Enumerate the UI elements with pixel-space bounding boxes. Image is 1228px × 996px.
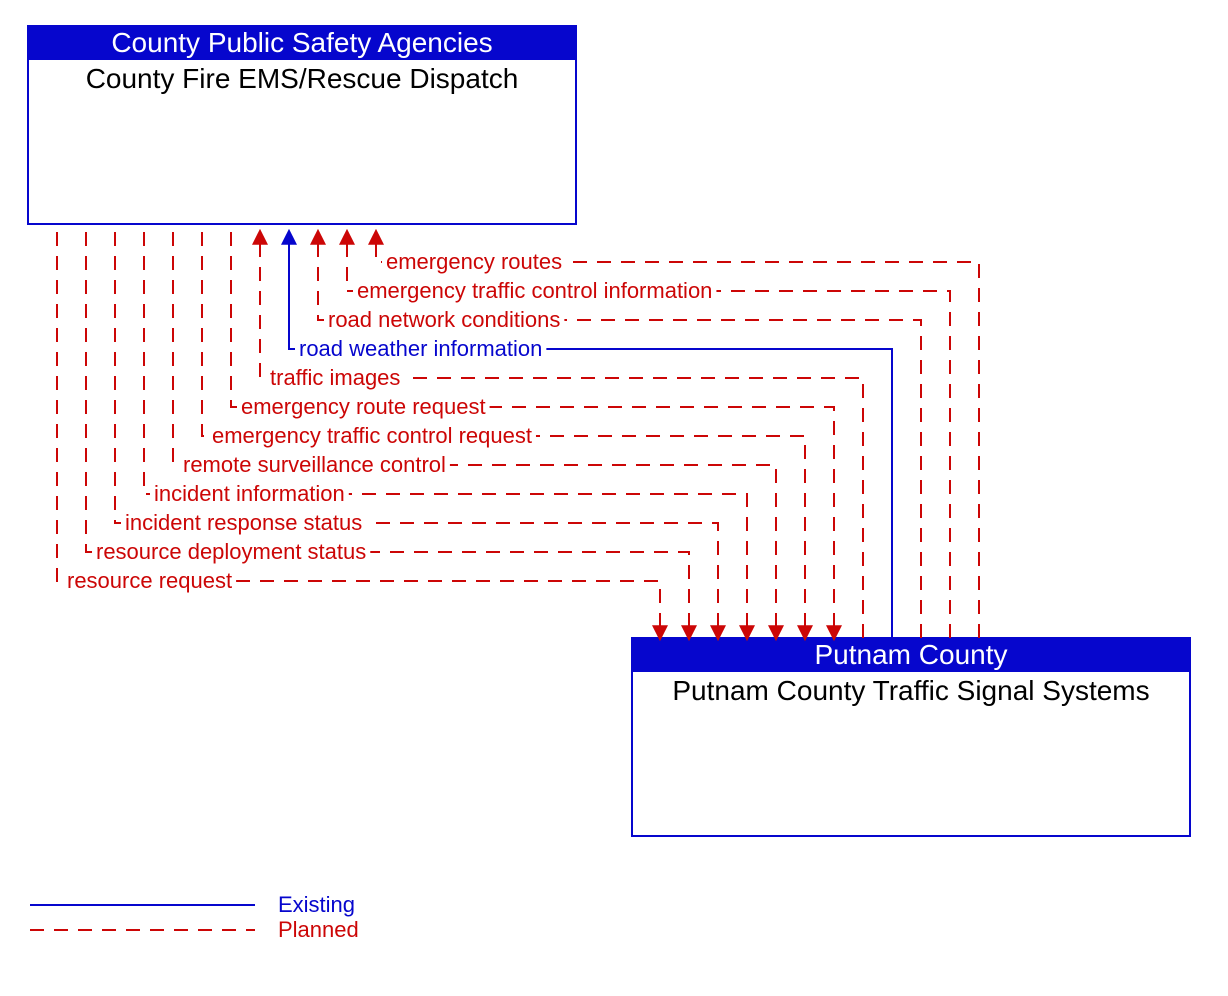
- architecture-flow-diagram: County Public Safety Agencies County Fir…: [0, 0, 1228, 996]
- flow-label: resource deployment status: [96, 539, 366, 564]
- legend-existing-label: Existing: [278, 892, 355, 917]
- flow-label: traffic images: [270, 365, 400, 390]
- flows-group: emergency routes emergency traffic contro…: [57, 232, 979, 638]
- flow-label: emergency routes: [386, 249, 562, 274]
- bottom-entity-header: Putnam County: [815, 639, 1008, 670]
- flow-label: resource request: [67, 568, 232, 593]
- legend-planned-label: Planned: [278, 917, 359, 942]
- flow-label: remote surveillance control: [183, 452, 446, 477]
- bottom-entity-body: Putnam County Traffic Signal Systems: [672, 675, 1149, 706]
- flow-label: road weather information: [299, 336, 542, 361]
- flow-label: emergency route request: [241, 394, 486, 419]
- flow-label: emergency traffic control information: [357, 278, 712, 303]
- flow-label: road network conditions: [328, 307, 560, 332]
- flow-label: incident response status: [125, 510, 362, 535]
- top-entity-header: County Public Safety Agencies: [111, 27, 492, 58]
- bottom-entity-box: Putnam County Putnam County Traffic Sign…: [632, 638, 1190, 836]
- top-entity-box: County Public Safety Agencies County Fir…: [28, 26, 576, 224]
- flow-label: incident information: [154, 481, 345, 506]
- flow-label: emergency traffic control request: [212, 423, 532, 448]
- legend: Existing Planned: [30, 892, 359, 942]
- top-entity-body: County Fire EMS/Rescue Dispatch: [86, 63, 519, 94]
